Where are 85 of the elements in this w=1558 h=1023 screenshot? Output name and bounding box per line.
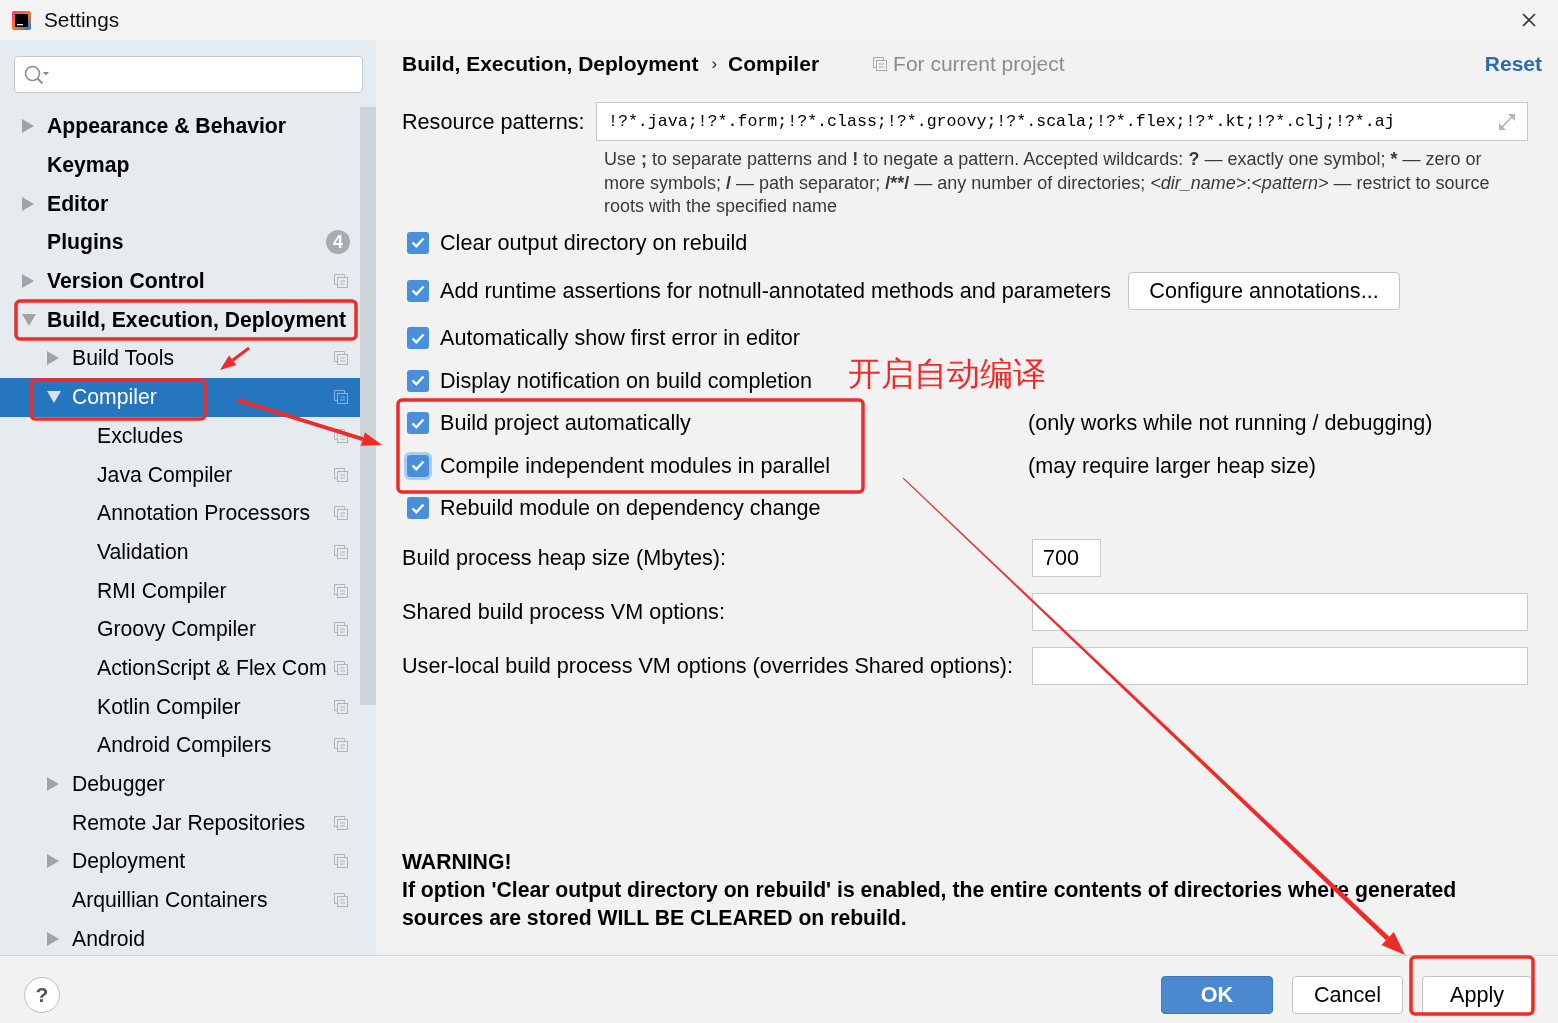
tree-item[interactable]: Deployment [0,842,360,881]
scope-label: For current project [893,52,1065,76]
tree-item[interactable]: RMI Compiler [0,571,360,610]
caret-right-icon[interactable] [47,777,59,792]
tree-item[interactable]: Remote Jar Repositories [0,803,360,843]
close-icon [1522,13,1536,27]
reset-link[interactable]: Reset [1484,52,1542,76]
option-label: Compile independent modules in parallel [440,452,831,479]
tree-item[interactable]: Android Compilers [0,726,360,765]
option-label: Add runtime assertions for notnull-annotated methods and parameters [440,277,1111,304]
option-label: Display notification on build completion [440,367,813,394]
option-note: (may require larger heap size) [1028,452,1317,479]
caret-down-icon[interactable] [22,313,36,326]
tree-item[interactable]: Groovy Compiler [0,609,360,649]
expand-icon[interactable] [1497,111,1517,132]
tree-item[interactable]: Annotation Processors [0,493,360,533]
checkbox[interactable] [407,412,429,435]
dialog-button[interactable]: Apply [1422,976,1532,1014]
option-label: Rebuild module on dependency change [440,495,821,522]
checkbox[interactable] [407,279,429,302]
caret-right-icon[interactable] [47,854,59,869]
caret-down-icon[interactable] [47,391,61,404]
tree-item[interactable]: Editor [0,184,360,224]
warning-title: WARNING! [402,849,513,875]
field-label: Shared build process VM options: [402,598,726,625]
close-button[interactable] [1520,11,1538,29]
stacked-squares-icon [873,57,888,71]
checkbox[interactable] [407,369,429,392]
field-label: Resource patterns: [402,108,586,135]
primary-button[interactable]: OK [1161,976,1273,1014]
search-field[interactable] [14,56,363,93]
annotation-arrow [220,346,250,370]
caret-right-icon[interactable] [22,119,34,134]
breadcrumb-current: Compiler [728,52,820,76]
tree-item[interactable]: Java Compiler [0,455,360,494]
tree-item[interactable]: Android [0,919,360,955]
caret-right-icon[interactable] [47,931,59,946]
checkmark-icon [411,285,425,296]
tree-item[interactable]: Validation [0,532,360,572]
checkbox[interactable] [407,231,429,254]
option-note: (only works while not running / debugging) [1028,410,1433,437]
checkmark-icon [411,375,425,387]
help-text: Use ; to separate patterns and ! to negate a pattern. Accepted wildcards: ? — exactly one symbol; * — zero or more symbols; / — path separator; /**/ — any number of directories; <dir_name>:<pattern> — restrict to source roots with the specified name [604,148,1491,218]
tree-item[interactable]: Debugger [0,764,360,804]
tree-item[interactable]: Build, Execution, Deployment [0,300,360,340]
input-field[interactable]: 700 [1032,538,1101,577]
tree-item[interactable]: Arquillian Containers [0,880,360,920]
scrollbar-thumb[interactable] [360,107,376,705]
checkmark-icon [411,332,425,344]
tree-item[interactable]: Build Tools [0,339,360,378]
help-button[interactable]: ? [24,977,60,1013]
checkmark-icon [411,502,425,514]
checkbox[interactable] [407,327,429,350]
option-label: Clear output directory on rebuild [440,229,748,256]
option-label: Automatically show first error in editor [440,325,801,352]
tree-item[interactable]: Plugins 4 [0,223,360,262]
input-field[interactable]: !?*.java;!?*.form;!?*.class;!?*.groovy;!?*.scala;!?*.flex;!?*.kt;!?*.clj;!?*.aj [596,102,1528,141]
search-icon [24,64,50,85]
tree-item[interactable]: Keymap [0,145,360,185]
configure-button[interactable]: Configure annotations... [1128,271,1400,310]
option-label: Build project automatically [440,410,691,437]
annotation-note: 开启自动编译 [848,353,1046,395]
tree-item[interactable]: Compiler [0,377,360,417]
caret-right-icon[interactable] [47,351,59,366]
dialog-button[interactable]: Cancel [1292,976,1403,1014]
caret-right-icon[interactable] [22,274,34,289]
tree-item[interactable]: ActionScript & Flex Com [0,648,360,688]
checkmark-icon [411,417,425,429]
tree-item[interactable]: Kotlin Compiler [0,687,360,726]
tree-item[interactable]: Excludes [0,416,360,456]
app-logo-icon [12,10,31,30]
input-field[interactable] [1032,646,1528,685]
checkmark-icon [411,460,425,472]
field-label: User-local build process VM options (overrides Shared options): [402,652,1014,679]
tree-item[interactable]: Appearance & Behavior [0,107,360,146]
breadcrumb-separator: › [711,54,718,74]
checkbox[interactable] [407,497,429,520]
tree-item[interactable]: Version Control [0,261,360,301]
count-badge: 4 [326,230,350,255]
checkmark-icon [411,237,425,249]
input-field[interactable] [1032,592,1528,631]
field-label: Build process heap size (Mbytes): [402,544,728,571]
breadcrumb-parent: Build, Execution, Deployment [402,52,699,76]
window-title: Settings [44,8,121,32]
caret-right-icon[interactable] [22,196,34,211]
